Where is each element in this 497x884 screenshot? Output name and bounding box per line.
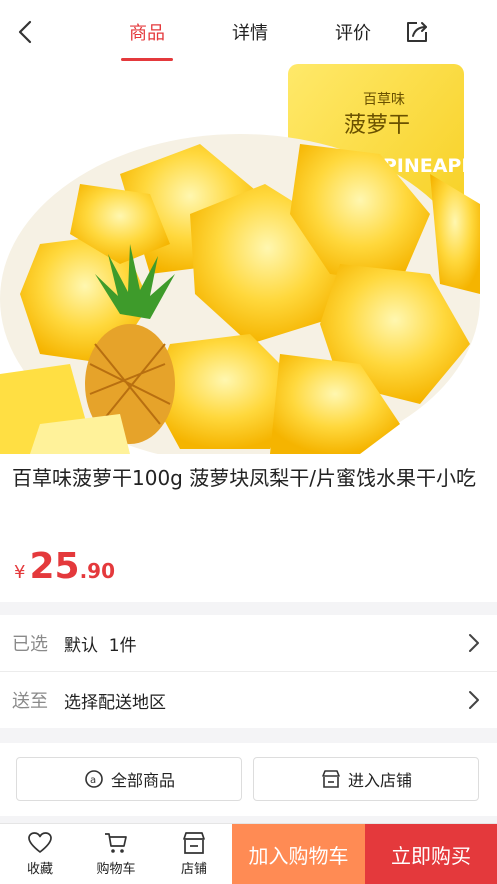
delivery-value: 选择配送地区 [64,692,166,713]
svg-text:a: a [90,775,96,786]
option-rows: 已选 默认 1件 送至 选择配送地区 [0,615,497,728]
tab-details[interactable]: 详情 [228,11,272,53]
store-icon [183,832,205,854]
share-icon [407,22,427,42]
product-price: ¥ 25 .90 [14,546,115,587]
buy-now-button[interactable]: 立即购买 [365,824,497,884]
all-products-label: 全部商品 [110,771,175,790]
cart-button[interactable]: 购物车 [82,824,150,884]
price-integer: 25 [29,546,80,587]
enter-store-button[interactable]: 进入店铺 [253,757,479,801]
favorite-button[interactable]: 收藏 [6,824,74,884]
delivery-row[interactable]: 送至 选择配送地区 [0,672,497,728]
tab-product[interactable]: 商品 [121,11,173,61]
store-label: 店铺 [180,862,207,877]
cart-icon [105,833,127,853]
selected-value: 默认 1件 [64,635,137,656]
all-products-button[interactable]: a 全部商品 [16,757,242,801]
favorite-label: 收藏 [26,862,53,877]
add-to-cart-button[interactable]: 加入购物车 [232,824,365,884]
shop-section: a 全部商品 进入店铺 [0,743,497,816]
cart-label: 购物车 [96,862,136,877]
back-button[interactable] [12,18,40,46]
chevron-right-icon [469,634,479,652]
heart-icon [28,832,52,853]
top-nav-bar: 商品 详情 评价 [0,0,497,64]
delivery-label: 送至 [12,691,48,712]
selected-spec-row[interactable]: 已选 默认 1件 [0,615,497,672]
currency-symbol: ¥ [14,562,26,583]
tab-reviews[interactable]: 评价 [331,11,375,53]
store-button[interactable]: 店铺 [160,824,228,884]
enter-store-label: 进入店铺 [347,771,412,790]
selected-label: 已选 [12,634,48,655]
product-title: 百草味菠萝干100g 菠萝块凤梨干/片蜜饯水果干小吃 [12,466,476,490]
bottom-action-bar: 收藏 购物车 店铺 加入购物车 立即购买 [0,823,497,884]
store-icon [322,770,340,788]
chevron-right-icon [469,691,479,709]
all-products-icon: a [85,770,103,788]
package-brand: 百草味 [363,92,405,108]
price-decimal: .90 [79,559,115,583]
chevron-left-icon [18,20,32,44]
product-info: 百草味菠萝干100g 菠萝块凤梨干/片蜜饯水果干小吃 ¥ 25 .90 [0,454,497,602]
tab-bar: 商品 详情 评价 [100,0,400,64]
package-title: 菠萝干 [344,113,410,138]
product-image[interactable]: 百草味 菠萝干 DRIED PINEAPPLE [0,64,497,454]
share-button[interactable] [403,18,431,46]
